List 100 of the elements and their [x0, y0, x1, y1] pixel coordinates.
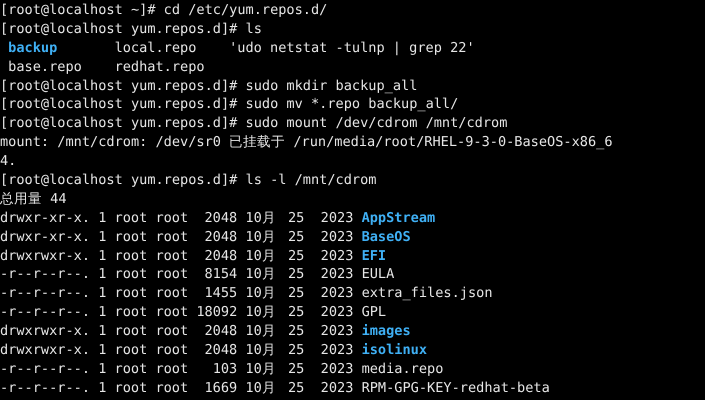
link-count: 1: [98, 322, 106, 342]
shell-prompt: [root@localhost yum.repos.d]#: [0, 171, 238, 190]
file-name: redhat.repo: [114, 58, 206, 77]
day-text: 25: [288, 265, 304, 284]
file-size: 2048: [204, 322, 238, 342]
permissions-text: drwxrwxr-x.: [0, 341, 90, 360]
permissions-text: -r--r--r--.: [0, 378, 90, 398]
group-text: root: [155, 265, 188, 284]
file-name: RPM-GPG-KEY-redhat-beta: [362, 378, 550, 398]
file-name: local.repo: [114, 38, 198, 58]
file-size: 103: [212, 360, 238, 379]
permissions-text: drwxrwxr-x.: [0, 246, 90, 266]
file-size: 2048: [204, 246, 238, 266]
link-count: 1: [98, 378, 106, 398]
directory-name: isolinux: [362, 341, 428, 360]
month-text: 10月: [245, 303, 277, 322]
link-count: 1: [98, 303, 106, 322]
month-text: 10月: [245, 228, 277, 247]
group-text: root: [155, 378, 188, 398]
group-text: root: [155, 360, 188, 379]
year-text: 2023: [320, 265, 354, 284]
file-size: 2048: [204, 228, 238, 247]
owner-text: root: [114, 246, 148, 266]
year-text: 2023: [320, 228, 354, 247]
owner-text: root: [114, 322, 148, 342]
month-text: 10月: [245, 284, 277, 304]
link-count: 1: [98, 228, 106, 247]
month-text: 10月: [245, 246, 277, 266]
command-text: cd /etc/yum.repos.d/: [164, 1, 328, 20]
file-name: extra_files.json: [362, 284, 494, 304]
shell-prompt: [root@localhost yum.repos.d]#: [0, 20, 238, 39]
day-text: 25: [288, 322, 304, 342]
file-name: 'udo netstat -tulnp | grep 22': [229, 38, 476, 58]
command-text: sudo mount /dev/cdrom /mnt/cdrom: [246, 114, 508, 134]
permissions-text: -r--r--r--.: [0, 284, 90, 304]
output-text: mount: /mnt/cdrom: /dev/sr0 已挂载于 /run/media/root/RHEL-9-3-0-BaseOS-x86_6: [0, 133, 613, 152]
permissions-text: -r--r--r--.: [0, 265, 90, 284]
month-text: 10月: [245, 378, 277, 398]
directory-name: EFI: [362, 246, 388, 266]
command-text: sudo mkdir backup_all: [246, 76, 418, 96]
permissions-text: -r--r--r--.: [0, 360, 90, 379]
owner-text: root: [114, 265, 148, 284]
file-name: base.repo: [8, 58, 83, 77]
file-name: media.repo: [362, 360, 444, 379]
shell-prompt: [root@localhost yum.repos.d]#: [0, 114, 238, 134]
file-name: GPL: [362, 303, 388, 322]
shell-prompt: [root@localhost yum.repos.d]#: [0, 95, 238, 114]
link-count: 1: [98, 208, 106, 228]
permissions-text: drwxrwxr-x.: [0, 322, 90, 342]
output-text: 4.: [0, 152, 16, 172]
day-text: 25: [288, 360, 304, 379]
owner-text: root: [114, 303, 148, 322]
directory-name: backup: [8, 38, 58, 58]
day-text: 25: [288, 303, 304, 322]
shell-prompt: [root@localhost ~]#: [0, 1, 156, 20]
directory-name: BaseOS: [362, 228, 412, 247]
year-text: 2023: [320, 303, 354, 322]
file-size: 2048: [204, 208, 238, 228]
group-text: root: [155, 322, 188, 342]
link-count: 1: [98, 246, 106, 266]
group-text: root: [155, 284, 188, 304]
owner-text: root: [114, 360, 148, 379]
month-text: 10月: [245, 360, 277, 379]
day-text: 25: [288, 284, 304, 304]
command-text: ls: [246, 20, 262, 39]
group-text: root: [155, 246, 188, 266]
permissions-text: drwxr-xr-x.: [0, 208, 90, 228]
year-text: 2023: [320, 341, 354, 360]
group-text: root: [155, 228, 188, 247]
year-text: 2023: [320, 360, 354, 379]
owner-text: root: [114, 284, 148, 304]
owner-text: root: [114, 378, 148, 398]
year-text: 2023: [320, 284, 354, 304]
year-text: 2023: [320, 322, 354, 342]
day-text: 25: [288, 341, 304, 360]
permissions-text: drwxr-xr-x.: [0, 228, 90, 247]
command-text: ls -l /mnt/cdrom: [246, 171, 376, 190]
month-text: 10月: [245, 341, 277, 360]
link-count: 1: [98, 360, 106, 379]
directory-name: images: [362, 322, 412, 342]
owner-text: root: [114, 341, 148, 360]
year-text: 2023: [320, 246, 354, 266]
owner-text: root: [114, 208, 148, 228]
permissions-text: -r--r--r--.: [0, 303, 90, 322]
shell-prompt: [root@localhost yum.repos.d]#: [0, 76, 238, 96]
file-size: 1669: [204, 378, 238, 398]
link-count: 1: [98, 265, 106, 284]
group-text: root: [155, 303, 188, 322]
year-text: 2023: [320, 378, 354, 398]
link-count: 1: [98, 284, 106, 304]
month-text: 10月: [245, 208, 277, 228]
day-text: 25: [288, 208, 304, 228]
day-text: 25: [288, 378, 304, 398]
output-text: 总用量 44: [0, 190, 67, 209]
file-size: 18092: [196, 303, 238, 322]
month-text: 10月: [245, 265, 277, 284]
directory-name: AppStream: [362, 208, 436, 228]
file-size: 2048: [204, 341, 238, 360]
file-size: 1455: [204, 284, 238, 304]
file-name: EULA: [362, 265, 396, 284]
